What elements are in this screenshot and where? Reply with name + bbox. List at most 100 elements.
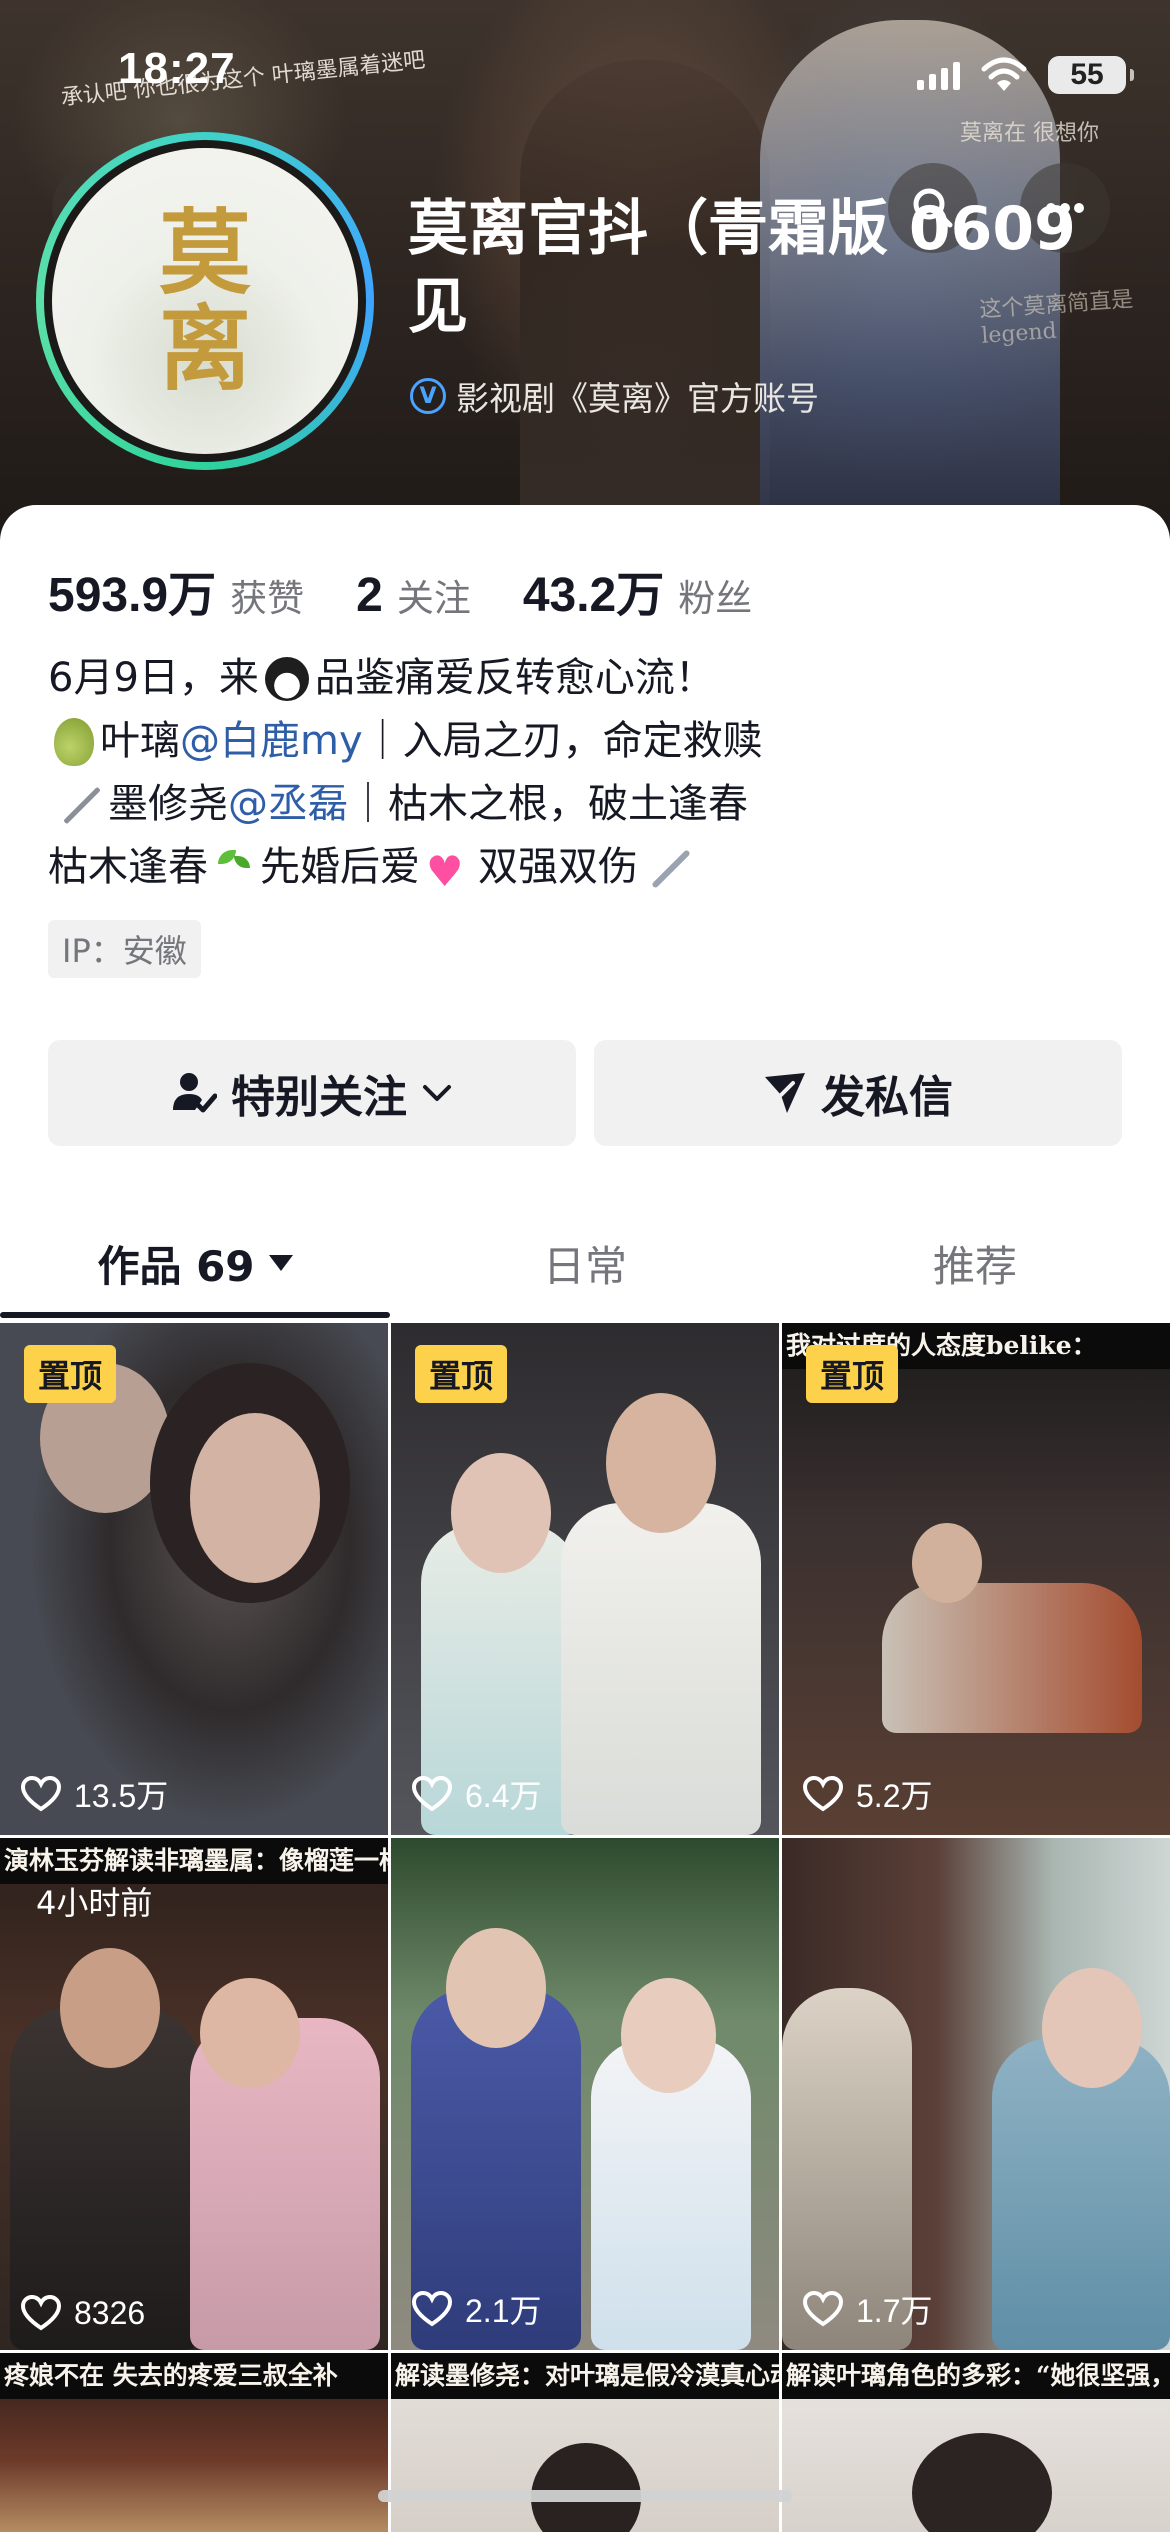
bio-line: 墨修尧 @丞磊 ｜枯木之根，破土逢春 <box>48 773 1128 836</box>
heart-icon <box>411 1775 453 1812</box>
tab-label: 日常 <box>542 1241 627 1291</box>
special-follow-button[interactable]: 特别关注 <box>48 1040 576 1146</box>
bio-text: 品鉴痛爱反转愈心流！ <box>314 655 715 701</box>
like-count: 6.4万 <box>411 1771 542 1817</box>
heart-icon <box>802 1775 844 1812</box>
hearts-emoji-icon <box>426 840 472 903</box>
bio-text: 双强双伤 <box>478 844 638 890</box>
bio-text: 枯木逢春 <box>48 844 208 890</box>
like-count: 1.7万 <box>802 2286 933 2332</box>
avatar-char-1: 莫 <box>158 199 251 307</box>
stat-following[interactable]: 2 关注 <box>356 568 471 623</box>
thumbnail-figure <box>451 1453 551 1573</box>
like-count-text: 6.4万 <box>465 1778 542 1814</box>
mention-link[interactable]: @白鹿my <box>180 710 363 773</box>
stat-followers[interactable]: 43.2万 粉丝 <box>523 555 752 625</box>
pinned-badge: 置顶 <box>806 1345 899 1403</box>
cellular-signal-icon <box>917 60 960 90</box>
like-count-text: 8326 <box>74 2294 146 2331</box>
home-indicator[interactable] <box>378 2490 792 2502</box>
video-tile[interactable]: 演林玉芬解读非璃墨属：像榴莲一样 4小时前 8326 <box>0 1838 388 2350</box>
video-tile[interactable]: 1.7万 <box>782 1838 1170 2350</box>
user-check-icon <box>173 1073 217 1113</box>
like-count: 13.5万 <box>20 1771 168 1817</box>
verification-line: V 影视剧《莫离》官方账号 <box>410 372 819 420</box>
thumbnail-figure <box>60 1948 160 2068</box>
tab-label: 推荐 <box>932 1241 1017 1291</box>
like-count: 8326 <box>20 2294 145 2332</box>
avatar-char-2: 离 <box>158 295 251 403</box>
avatar-live-ring[interactable]: 莫 离 <box>36 132 374 470</box>
thumbnail-figure <box>561 1503 761 1835</box>
sprout-emoji-icon <box>214 846 254 890</box>
send-message-button[interactable]: 发私信 <box>594 1040 1122 1146</box>
like-count-text: 13.5万 <box>74 1778 169 1814</box>
chevron-down-icon <box>423 1085 451 1101</box>
video-tile[interactable]: 解读墨修尧：对叶璃是假冷漠真心动 <box>391 2353 779 2532</box>
mention-link[interactable]: @丞磊 <box>228 773 348 836</box>
like-count-text: 2.1万 <box>465 2293 542 2329</box>
stat-value: 43.2万 <box>522 569 665 622</box>
profile-tabs: 作品 69 日常 推荐 <box>0 1205 1170 1321</box>
status-icons: 55 <box>917 56 1134 94</box>
thumbnail-figure <box>912 1523 982 1603</box>
video-timestamp: 4小时前 <box>36 1884 153 1922</box>
bio-text: 叶璃 <box>100 718 180 764</box>
bio-line: 叶璃 @白鹿my ｜入局之刃，命定救赎 <box>48 710 1128 773</box>
profile-name: 莫离官抖（青霜版 0609 见 <box>408 194 1076 342</box>
stat-value: 2 <box>356 569 383 622</box>
verified-icon: V <box>410 378 446 414</box>
thumbnail-figure <box>606 1393 716 1533</box>
video-tile[interactable]: 2.1万 <box>391 1838 779 2350</box>
tab-daily[interactable]: 日常 <box>390 1205 780 1321</box>
heart-icon <box>20 2294 62 2331</box>
video-tile[interactable]: 我对过度的人态度belike： 置顶 5.2万 <box>782 1323 1170 1835</box>
like-count-text: 5.2万 <box>856 1778 933 1814</box>
heart-icon <box>411 2290 453 2327</box>
ip-location-tag: IP：安徽 <box>48 920 201 978</box>
bio-text: 6月9日，来 <box>48 655 259 701</box>
pear-emoji-icon <box>54 717 94 766</box>
battery-icon: 55 <box>1048 56 1134 94</box>
avatar: 莫 离 <box>52 148 358 454</box>
crutch-emoji-icon <box>644 844 692 892</box>
penguin-emoji-icon <box>264 656 309 701</box>
heart-icon <box>20 1775 62 1812</box>
video-tile[interactable]: 解读叶璃角色的多彩：“她很坚强， <box>782 2353 1170 2532</box>
thumbnail-figure <box>446 1928 546 2048</box>
thumbnail-figure <box>882 1583 1142 1733</box>
active-tab-indicator <box>0 1312 390 1318</box>
banner-caption-right: 莫离在 很想你 <box>960 121 1099 146</box>
tab-recommended[interactable]: 推荐 <box>780 1205 1170 1321</box>
bio-text: 墨修尧 <box>108 781 228 827</box>
tab-label: 作品 69 <box>97 1241 255 1291</box>
thumbnail-figure <box>200 1978 300 2088</box>
stat-label: 获赞 <box>230 577 305 620</box>
bio-line: 枯木逢春 先婚后爱 双强双伤 <box>48 836 1128 903</box>
stat-label: 粉丝 <box>678 577 753 620</box>
wifi-icon <box>981 57 1027 91</box>
stat-label: 关注 <box>396 577 471 620</box>
message-label: 发私信 <box>821 1072 953 1123</box>
like-count: 2.1万 <box>411 2286 542 2332</box>
bio-text: ｜入局之刃，命定救赎 <box>362 718 763 764</box>
bio-text: 先婚后爱 <box>260 844 420 890</box>
bio: 6月9日，来 品鉴痛爱反转愈心流！ 叶璃 @白鹿my ｜入局之刃，命定救赎 墨修… <box>48 647 1128 903</box>
stat-likes[interactable]: 593.9万 获赞 <box>48 555 304 625</box>
bio-text: ｜枯木之根，破土逢春 <box>348 781 748 827</box>
pinned-badge: 置顶 <box>415 1345 508 1403</box>
thumbnail-figure <box>1042 1968 1142 2088</box>
sword-emoji-icon <box>54 781 102 829</box>
stat-value: 593.9万 <box>48 569 217 622</box>
status-time: 18:27 <box>118 44 236 93</box>
stats-row: 593.9万 获赞 2 关注 43.2万 粉丝 <box>48 555 804 625</box>
thumbnail-figure <box>621 1978 716 2093</box>
like-count: 5.2万 <box>802 1771 933 1817</box>
video-tile[interactable]: 置顶 13.5万 <box>0 1323 388 1835</box>
video-tile[interactable]: 疼娘不在 失去的疼爱三叔全补 <box>0 2353 388 2532</box>
video-tile[interactable]: 置顶 6.4万 <box>391 1323 779 1835</box>
bio-line: 6月9日，来 品鉴痛爱反转愈心流！ <box>48 647 1128 710</box>
tab-works[interactable]: 作品 69 <box>0 1205 390 1321</box>
pinned-badge: 置顶 <box>24 1345 117 1403</box>
follow-label: 特别关注 <box>231 1072 407 1123</box>
